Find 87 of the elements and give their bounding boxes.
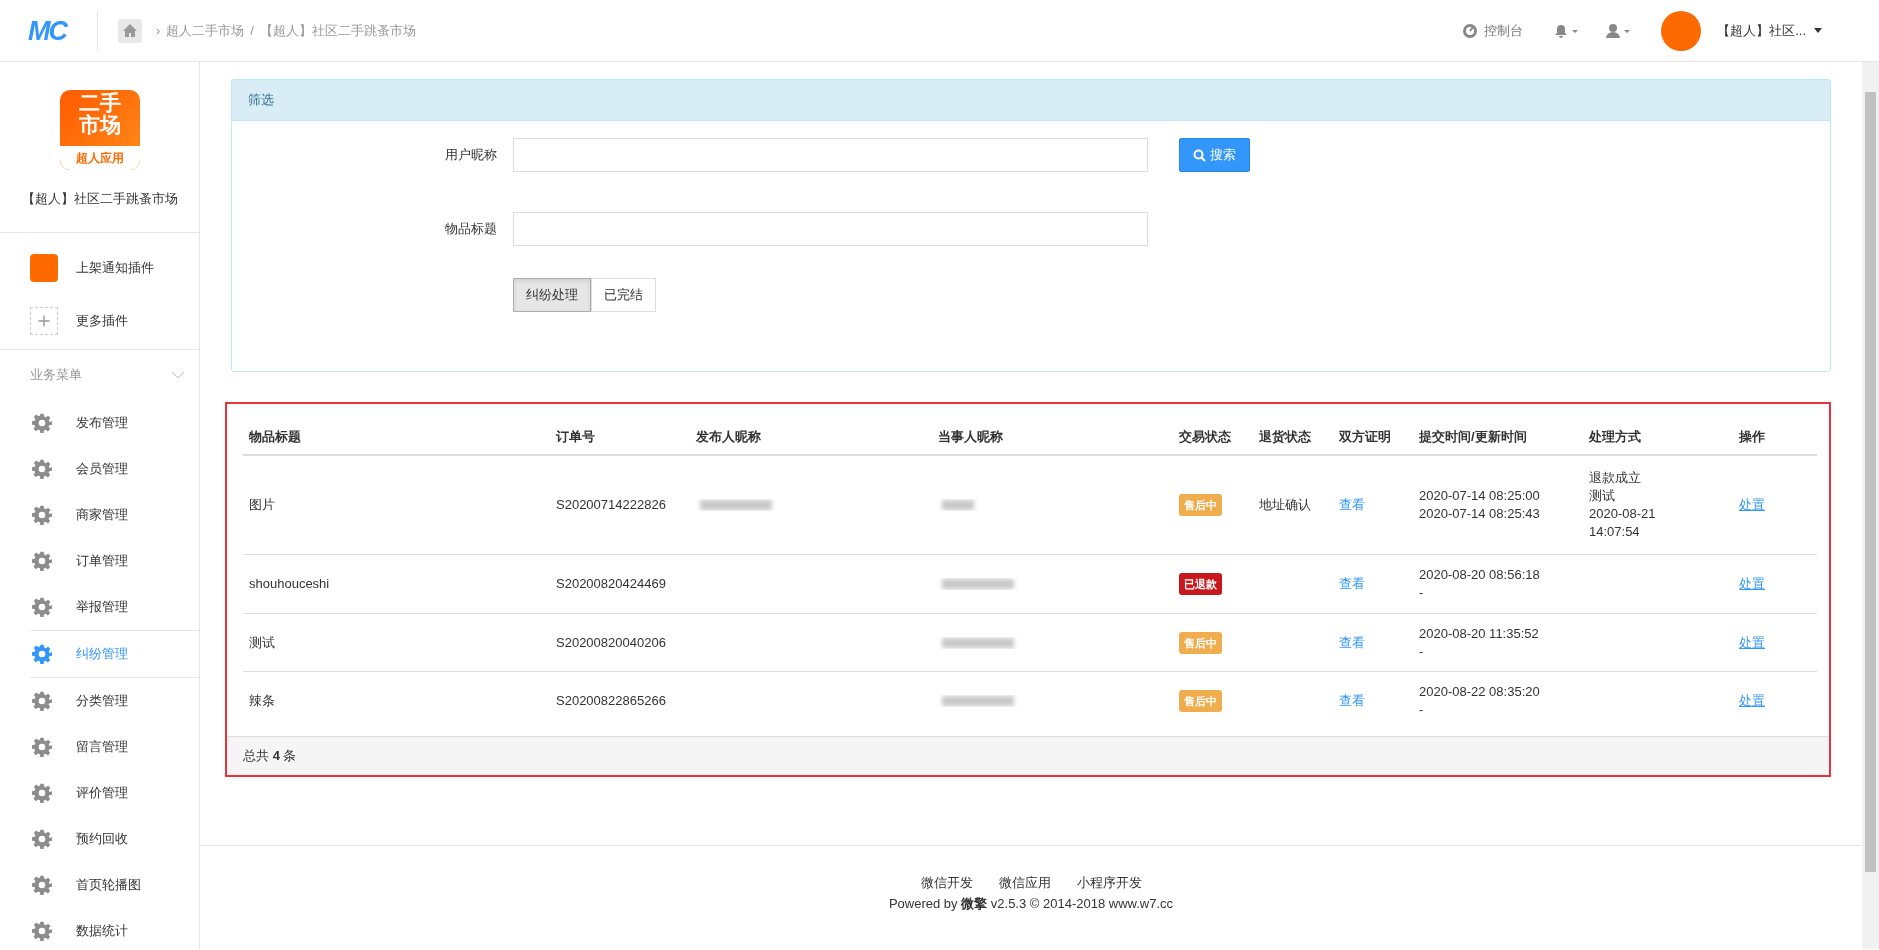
menu-item[interactable]: 分类管理 [30, 678, 199, 724]
menu-item[interactable]: 预约回收 [30, 816, 199, 862]
gear-icon [32, 459, 52, 479]
column-header: 退货状态 [1253, 420, 1333, 455]
menu-item[interactable]: 留言管理 [30, 724, 199, 770]
plugin-item[interactable]: 上架通知插件 [76, 258, 154, 277]
chevron-icon[interactable] [171, 371, 185, 379]
search-icon [1193, 148, 1206, 162]
menu-item[interactable]: 首页轮播图 [30, 862, 199, 908]
menu-item[interactable]: 订单管理 [30, 538, 199, 584]
column-header: 处理方式 [1583, 420, 1733, 455]
gear-icon [32, 921, 52, 941]
column-header: 操作 [1733, 420, 1817, 455]
gauge-icon [1462, 22, 1479, 39]
total-count: 总共 4 条 [243, 748, 297, 763]
handling-text: 2020-08-21 [1589, 505, 1657, 523]
time-text: - [1419, 642, 1425, 661]
account-name[interactable]: 【超人】社区... [1717, 21, 1806, 40]
time-text: 2020-08-22 08:35:20 [1419, 683, 1541, 701]
column-header: 订单号 [550, 420, 690, 455]
gear-icon [32, 644, 52, 664]
footer-link[interactable]: 微信开发 [920, 874, 973, 892]
chevron-icon: › [156, 23, 161, 38]
table-cell: S20200820424469 [550, 554, 690, 614]
column-header: 当事人昵称 [932, 420, 1173, 455]
gear-icon [32, 737, 52, 757]
time-text: 2020-07-14 08:25:43 [1419, 505, 1541, 523]
field-label: 物品标题 [444, 220, 497, 238]
table-cell: S20200820040206 [550, 613, 690, 672]
gear-icon [32, 505, 52, 525]
column-header: 发布人昵称 [690, 420, 932, 455]
time-text: - [1419, 584, 1425, 602]
column-header: 双方证明 [1333, 420, 1413, 455]
gear-icon [32, 413, 52, 433]
menu-item[interactable]: 评价管理 [30, 770, 199, 816]
home-icon[interactable] [118, 18, 142, 43]
menu-item[interactable]: 举报管理 [30, 584, 199, 630]
gear-icon [32, 551, 52, 571]
table-cell: shouhouceshi [243, 554, 550, 614]
gear-icon [32, 875, 52, 895]
plugin-item[interactable]: 更多插件 [76, 311, 128, 330]
menu-title: 业务菜单 [30, 366, 82, 384]
status-badge: 售后中 [1179, 631, 1222, 654]
table-cell: 图片 [243, 455, 550, 555]
handling-text: 测试 [1589, 487, 1616, 505]
avatar-icon[interactable] [1661, 10, 1702, 51]
time-text: 2020-08-20 08:56:18 [1419, 566, 1541, 584]
gear-icon [32, 597, 52, 617]
handling-text: 14:07:54 [1589, 523, 1641, 541]
powered-by-text: Powered by 微擎 v2.5.3 © 2014-2018 www.w7.cc [888, 895, 1174, 913]
plus-icon[interactable] [30, 306, 58, 335]
console-link[interactable]: 控制台 [1484, 21, 1524, 40]
breadcrumb-separator: / [250, 23, 254, 38]
footer-link[interactable]: 小程序开发 [1076, 874, 1142, 892]
table-cell: S20200714222826 [550, 455, 690, 555]
menu-item[interactable]: 发布管理 [30, 400, 199, 446]
panel-title: 筛选 [232, 80, 1830, 121]
gear-icon [32, 783, 52, 803]
segment-tab[interactable]: 纠纷处理 [513, 278, 591, 312]
status-badge: 已退款 [1179, 573, 1222, 595]
table-cell: S20200822865266 [550, 671, 690, 730]
table-cell: 地址确认 [1259, 497, 1311, 512]
time-text: - [1419, 701, 1425, 719]
gear-icon [32, 829, 52, 849]
time-text: 2020-07-14 08:25:00 [1419, 487, 1541, 505]
segment-tab[interactable]: 已完结 [591, 278, 656, 312]
field-label: 用户昵称 [444, 146, 497, 164]
menu-item[interactable]: 商家管理 [30, 492, 199, 538]
table-cell: 辣条 [243, 671, 550, 730]
status-badge: 售后中 [1179, 690, 1222, 712]
menu-item[interactable]: 数据统计 [30, 908, 199, 949]
handling-text: 退款成立 [1589, 469, 1642, 487]
bell-icon[interactable] [1553, 22, 1580, 39]
column-header: 交易状态 [1173, 420, 1253, 455]
column-header: 物品标题 [243, 420, 550, 455]
table-cell: 测试 [243, 613, 550, 672]
footer-link[interactable]: 微信应用 [998, 874, 1051, 892]
app-name: 【超人】社区二手跳蚤市场 [20, 190, 179, 208]
caret-icon[interactable] [1814, 28, 1822, 33]
status-badge: 售后中 [1179, 494, 1222, 516]
user-icon[interactable] [1605, 22, 1632, 39]
column-header: 提交时间/更新时间 [1413, 420, 1583, 455]
gear-icon [32, 691, 52, 711]
menu-item[interactable]: 会员管理 [30, 446, 199, 492]
app-logo: 二手 市场 超人应用 [59, 90, 140, 170]
time-text: 2020-08-20 11:35:52 [1419, 624, 1540, 643]
app-icon[interactable] [30, 253, 58, 282]
